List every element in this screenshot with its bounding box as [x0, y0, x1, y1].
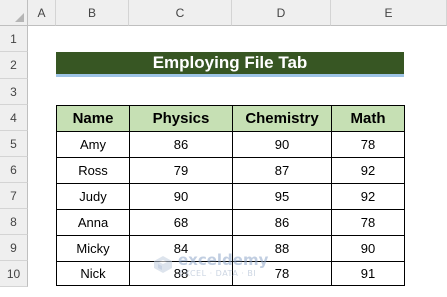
cell-physics[interactable]: 68 — [130, 210, 233, 236]
row-header-6[interactable]: 6 — [0, 157, 28, 183]
cell-name[interactable]: Nick — [57, 262, 130, 285]
cell-physics[interactable]: 88 — [130, 262, 233, 285]
column-header-e[interactable]: E — [331, 0, 447, 26]
cell-math[interactable]: 90 — [332, 236, 404, 262]
header-cell-name[interactable]: Name — [57, 106, 130, 132]
cell-chemistry[interactable]: 86 — [233, 210, 332, 236]
row-header-7[interactable]: 7 — [0, 183, 28, 209]
title-banner[interactable]: Employing File Tab — [56, 52, 404, 77]
cell-physics[interactable]: 90 — [130, 184, 233, 210]
header-cell-physics[interactable]: Physics — [130, 106, 233, 132]
row-header-5[interactable]: 5 — [0, 131, 28, 157]
cell-physics[interactable]: 86 — [130, 132, 233, 158]
cell-chemistry[interactable]: 87 — [233, 158, 332, 184]
row-header-2[interactable]: 2 — [0, 52, 28, 79]
column-header-a[interactable]: A — [28, 0, 56, 26]
cell-name[interactable]: Ross — [57, 158, 130, 184]
cell-chemistry[interactable]: 88 — [233, 236, 332, 262]
cell-chemistry[interactable]: 90 — [233, 132, 332, 158]
header-cell-chemistry[interactable]: Chemistry — [233, 106, 332, 132]
cell-math[interactable]: 92 — [332, 184, 404, 210]
data-table: Name Physics Chemistry Math Amy 86 90 78… — [56, 105, 405, 286]
cell-name[interactable]: Anna — [57, 210, 130, 236]
cell-chemistry[interactable]: 95 — [233, 184, 332, 210]
row-header-4[interactable]: 4 — [0, 105, 28, 131]
cell-physics[interactable]: 79 — [130, 158, 233, 184]
row-header-3[interactable]: 3 — [0, 79, 28, 105]
spreadsheet-grid: A B C D E 1 2 3 4 5 6 7 8 9 10 Employing… — [0, 0, 447, 297]
select-all-triangle-icon — [15, 13, 24, 22]
row-header-10[interactable]: 10 — [0, 261, 28, 287]
header-cell-math[interactable]: Math — [332, 106, 404, 132]
cell-name[interactable]: Micky — [57, 236, 130, 262]
cell-name[interactable]: Judy — [57, 184, 130, 210]
cell-math[interactable]: 92 — [332, 158, 404, 184]
cell-math[interactable]: 78 — [332, 132, 404, 158]
cell-math[interactable]: 78 — [332, 210, 404, 236]
cell-chemistry[interactable]: 78 — [233, 262, 332, 285]
row-header-9[interactable]: 9 — [0, 235, 28, 261]
column-header-c[interactable]: C — [129, 0, 232, 26]
row-header-8[interactable]: 8 — [0, 209, 28, 235]
column-header-b[interactable]: B — [56, 0, 129, 26]
cell-physics[interactable]: 84 — [130, 236, 233, 262]
row-header-1[interactable]: 1 — [0, 26, 28, 52]
column-header-d[interactable]: D — [232, 0, 331, 26]
cell-name[interactable]: Amy — [57, 132, 130, 158]
select-all-corner[interactable] — [0, 0, 28, 26]
cell-math[interactable]: 91 — [332, 262, 404, 285]
